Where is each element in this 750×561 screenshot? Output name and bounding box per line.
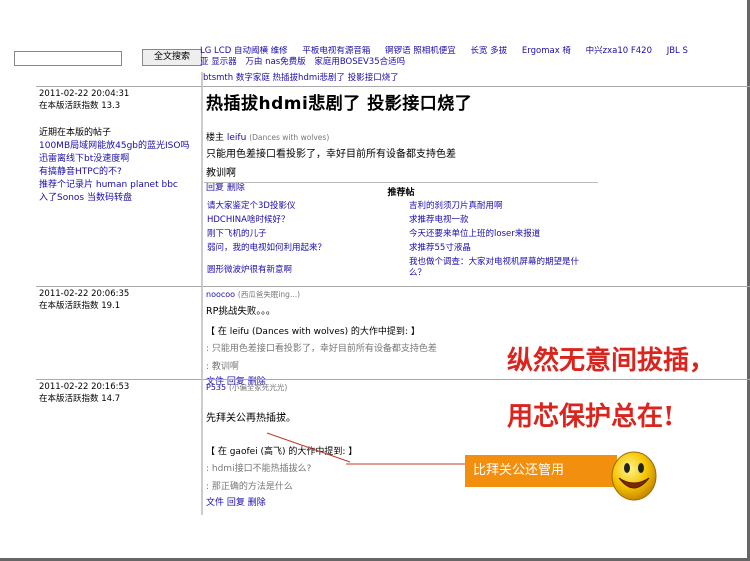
post-meta: 2011-02-22 20:16:53 在本版活跃指数 14.7 (36, 380, 202, 515)
nav-link[interactable]: Ergomax 椅 (522, 46, 571, 56)
post-meta: 2011-02-22 20:06:35 在本版活跃指数 19.1 (36, 287, 202, 379)
slogan-line1: 纵然无意间拔插， (507, 346, 716, 376)
breadcrumb: btsmth 数字家庭 热插拔hdmi悲剧了 投影接口烧了 (203, 73, 399, 83)
nav-link[interactable]: 亚 显示器 (200, 57, 237, 67)
recommend-link[interactable]: HDCHINA啥时候好？ (207, 213, 289, 225)
nav-link[interactable]: 平板电视有源音箱 (302, 46, 370, 56)
thread-title: 热插拔hdmi悲剧了 投影接口烧了 (206, 94, 473, 114)
post-author-line: noocoo (西瓜爸失眠ing...) (206, 289, 747, 300)
post-actions: 文件 回复 删除 (206, 495, 747, 508)
activity-score: 在本版活跃指数 19.1 (39, 301, 121, 311)
recent-post-link[interactable]: 推荐个记录片 human planet bbc (39, 177, 198, 190)
delete-link[interactable]: 删除 (248, 498, 266, 508)
column-divider (202, 72, 203, 515)
reply-link[interactable]: 回复 (227, 498, 245, 508)
recent-post-link[interactable]: 有搞静音HTPC的不? (39, 164, 198, 177)
breadcrumb-left-cell (36, 72, 202, 86)
recent-posts-heading: 近期在本版的帖子 (39, 128, 112, 138)
nav-link[interactable]: 万由 nas免费版 (245, 57, 305, 67)
recommend-link[interactable]: 刚下飞机的儿子 (207, 227, 267, 239)
recommend-link[interactable]: 弱问，我的电视如何利用起来？ (207, 241, 326, 253)
post-author-line: 楼主 leifu (Dances with wolves) (206, 130, 747, 143)
post-date: 2011-02-22 20:04:31 (39, 89, 130, 99)
search-button[interactable]: 全文搜索 (142, 49, 202, 66)
activity-score: 在本版活跃指数 14.7 (39, 394, 121, 404)
recent-post-link[interactable]: 100MB局域网能放45gb的蓝光ISO吗 (39, 138, 198, 151)
recommend-link[interactable]: 请大家鉴定个3D投影仪 (207, 199, 295, 211)
file-link[interactable]: 文件 (206, 498, 224, 508)
author-link[interactable]: P535 (206, 383, 226, 392)
smiley-icon (611, 451, 657, 501)
recommend-link[interactable]: 求推荐电视一款 (409, 213, 469, 225)
nav-links-row2: 亚 显示器 万由 nas免费版 家庭用BOSEV35合适吗 (200, 57, 500, 68)
quote-header: 【 在 leifu (Dances with wolves) 的大作中提到: 】 (206, 327, 420, 337)
nav-links-row1: LG LCD 自动阈横 维修 平板电视有源音箱 锕锣语 照相机便宜 长宽 多拔 … (200, 46, 750, 57)
recommend-link[interactable]: 我也做个调查：大家对电视机屏幕的期望是什么？ (409, 257, 595, 279)
nav-link[interactable]: 中兴zxa10 F420 (586, 46, 652, 56)
callout-box: 比拜关公还管用 (465, 455, 617, 487)
recommend-title: 推荐帖 (387, 188, 415, 198)
nav-link[interactable]: 长宽 多拔 (470, 46, 507, 56)
search-input[interactable] (14, 51, 122, 66)
author-nickname: (西瓜爸失眠ing...) (237, 290, 301, 299)
recommend-link[interactable]: 吉利的刹须刀片真耐用啊 (409, 199, 503, 211)
post-date: 2011-02-22 20:06:35 (39, 289, 130, 299)
author-nickname: (Dances with wolves) (249, 133, 330, 142)
nav-link[interactable]: LG LCD 自动阈横 维修 (200, 46, 288, 56)
nav-link[interactable]: 家庭用BOSEV35合适吗 (314, 57, 405, 67)
activity-score: 在本版活跃指数 13.3 (39, 101, 121, 111)
recent-post-link[interactable]: 入了Sonos 当数码转盘 (39, 190, 198, 203)
post-content: 教训啊 (206, 168, 236, 179)
author-label: 楼主 (206, 133, 225, 143)
author-link[interactable]: leifu (227, 133, 246, 143)
post-content: 只能用色差接口看投影了，幸好目前所有设备都支持色差 (206, 149, 456, 160)
post-content: RP挑战失败。。。 (206, 306, 276, 317)
top-bar: 全文搜索 LG LCD 自动阈横 维修 平板电视有源音箱 锕锣语 照相机便宜 长… (14, 46, 750, 70)
callout-text: 比拜关公还管用 (473, 463, 565, 478)
recommend-link[interactable]: 圆形微波炉很有新意啊 (207, 263, 292, 275)
recommend-link[interactable]: 今天还要来单位上班的loser来报道 (409, 227, 540, 239)
post-date: 2011-02-22 20:16:53 (39, 382, 130, 392)
post-meta: 2011-02-22 20:04:31 在本版活跃指数 13.3 近期在本版的帖… (36, 87, 202, 290)
recent-post-link[interactable]: 迅雷离线下bt没速度啊 (39, 151, 198, 164)
recommend-link[interactable]: 求推荐55寸液晶 (409, 241, 471, 253)
recommend-box: 推荐帖 请大家鉴定个3D投影仪 HDCHINA啥时候好？ 刚下飞机的儿子 弱问，… (204, 182, 598, 288)
nav-link[interactable]: 锕锣语 照相机便宜 (385, 46, 456, 56)
author-nickname: (小偏全家死光光) (228, 383, 288, 392)
nav-link[interactable]: JBL S (667, 46, 688, 56)
post-author-line: P535 (小偏全家死光光) (206, 382, 747, 393)
author-link[interactable]: noocoo (206, 290, 235, 299)
slogan-line2: 用芯保护总在! (507, 402, 675, 432)
